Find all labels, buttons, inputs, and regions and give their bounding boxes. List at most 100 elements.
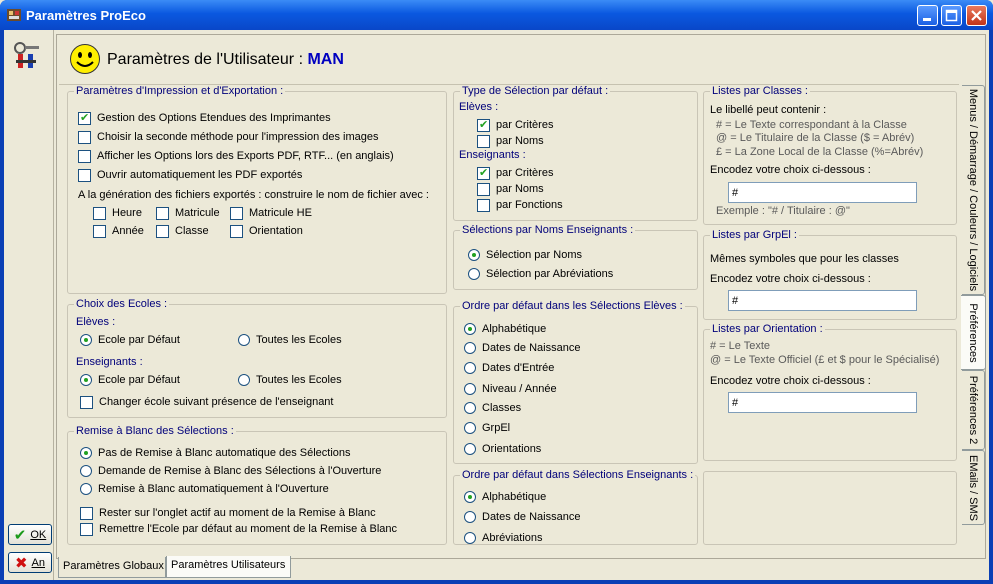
option-gestion-imprimantes[interactable]: Gestion des Options Etendues des Imprima… — [78, 111, 331, 125]
radio[interactable] — [464, 342, 476, 354]
option-label: Alphabétique — [482, 323, 547, 335]
remise-pas-automatique[interactable]: Pas de Remise à Blanc automatique des Sé… — [80, 446, 351, 460]
eleves-toutes-ecoles[interactable]: Toutes les Ecoles — [238, 333, 342, 347]
option-afficher-exports[interactable]: Afficher les Options lors des Exports PD… — [78, 149, 394, 163]
checkbox[interactable] — [477, 134, 490, 148]
radio[interactable] — [464, 422, 476, 434]
checkbox[interactable] — [78, 130, 91, 144]
eleves-ecole-defaut[interactable]: Ecole par Défaut — [80, 333, 180, 347]
filename-matricule[interactable]: Matricule — [156, 206, 220, 220]
ordre-eleves-niveau[interactable]: Niveau / Année — [464, 382, 557, 396]
option-seconde-methode[interactable]: Choisir la seconde méthode pour l'impres… — [78, 130, 379, 144]
tab-parametres-globaux[interactable]: Paramètres Globaux — [58, 557, 166, 578]
remise-automatique-ouverture[interactable]: Remise à Blanc automatiquement à l'Ouver… — [80, 482, 329, 496]
option-label: Ecole par Défaut — [98, 374, 180, 386]
type-selection-group: Type de Sélection par défaut : Elèves : … — [453, 85, 698, 221]
enseignants-toutes-ecoles[interactable]: Toutes les Ecoles — [238, 373, 342, 387]
filename-matricule-he[interactable]: Matricule HE — [230, 206, 312, 220]
checkbox[interactable] — [78, 149, 91, 163]
enseignants-par-noms[interactable]: par Noms — [477, 182, 544, 196]
remise-demande-ouverture[interactable]: Demande de Remise à Blanc des Sélections… — [80, 464, 381, 478]
option-label: Alphabétique — [482, 491, 547, 503]
checkbox[interactable] — [477, 118, 490, 132]
checkbox[interactable] — [80, 522, 93, 536]
checkbox[interactable] — [477, 182, 490, 196]
radio[interactable] — [464, 532, 476, 544]
radio[interactable] — [80, 465, 92, 477]
ordre-enseignants-alphabetique[interactable]: Alphabétique — [464, 490, 546, 504]
remise-rester-onglet[interactable]: Rester sur l'onglet actif au moment de l… — [80, 506, 376, 520]
ordre-eleves-alphabetique[interactable]: Alphabétique — [464, 322, 546, 336]
maximize-button[interactable] — [941, 5, 962, 26]
option-label: par Fonctions — [496, 199, 563, 211]
filename-heure[interactable]: Heure — [93, 206, 142, 220]
ok-button[interactable]: ✔ OK — [8, 524, 52, 545]
radio[interactable] — [464, 323, 476, 335]
option-label: Choisir la seconde méthode pour l'impres… — [97, 131, 379, 143]
tab-emails-sms[interactable]: EMails / SMS — [962, 450, 985, 525]
radio[interactable] — [464, 443, 476, 455]
ordre-eleves-grpel[interactable]: GrpEl — [464, 421, 510, 435]
eleves-par-criteres[interactable]: par Critères — [477, 118, 553, 132]
radio[interactable] — [464, 402, 476, 414]
checkbox[interactable] — [93, 206, 106, 220]
radio[interactable] — [238, 374, 250, 386]
listes-grpel-legend: Listes par GrpEl : — [710, 229, 799, 241]
listes-orientation-input[interactable] — [728, 392, 917, 413]
enseignants-ecole-defaut[interactable]: Ecole par Défaut — [80, 373, 180, 387]
checkbox[interactable] — [78, 168, 91, 182]
tab-parametres-utilisateurs[interactable]: Paramètres Utilisateurs — [166, 556, 291, 578]
radio[interactable] — [468, 268, 480, 280]
listes-grpel-group: Listes par GrpEl : Mêmes symboles que po… — [703, 229, 957, 320]
cancel-button[interactable]: ✖ An — [8, 552, 52, 573]
checkbox[interactable] — [477, 166, 490, 180]
ordre-enseignants-naissance[interactable]: Dates de Naissance — [464, 510, 580, 524]
changer-ecole-option[interactable]: Changer école suivant présence de l'ense… — [80, 395, 333, 409]
radio[interactable] — [464, 511, 476, 523]
close-button[interactable] — [966, 5, 987, 26]
ordre-enseignants-abreviations[interactable]: Abréviations — [464, 531, 543, 545]
ordre-eleves-orientations[interactable]: Orientations — [464, 442, 541, 456]
selection-par-abreviations[interactable]: Sélection par Abréviations — [468, 267, 613, 281]
radio[interactable] — [80, 447, 92, 459]
option-label: Remettre l'Ecole par défaut au moment de… — [99, 523, 398, 535]
radio[interactable] — [80, 334, 92, 346]
empty-group — [703, 471, 957, 545]
radio[interactable] — [80, 483, 92, 495]
checkbox[interactable] — [477, 198, 490, 212]
checkbox[interactable] — [80, 395, 93, 409]
listes-classes-legend: Listes par Classes : — [710, 85, 810, 97]
radio[interactable] — [464, 362, 476, 374]
enseignants-par-criteres[interactable]: par Critères — [477, 166, 553, 180]
ordre-eleves-classes[interactable]: Classes — [464, 401, 521, 415]
checkbox[interactable] — [156, 224, 169, 238]
minimize-button[interactable] — [917, 5, 938, 26]
checkbox[interactable] — [230, 206, 243, 220]
checkbox[interactable] — [93, 224, 106, 238]
remise-remettre-ecole[interactable]: Remettre l'Ecole par défaut au moment de… — [80, 522, 397, 536]
filename-classe[interactable]: Classe — [156, 224, 209, 238]
filename-annee[interactable]: Année — [93, 224, 144, 238]
listes-grpel-input[interactable] — [728, 290, 917, 311]
radio[interactable] — [464, 491, 476, 503]
checkbox[interactable] — [80, 506, 93, 520]
tab-menus-demarrage[interactable]: Menus / Démarrage / Couleurs / Logiciels — [962, 85, 985, 295]
tab-preferences-2[interactable]: Préférences 2 — [962, 370, 985, 450]
filename-orientation[interactable]: Orientation — [230, 224, 303, 238]
listes-classes-input[interactable] — [728, 182, 917, 203]
ordre-eleves-entree[interactable]: Dates d'Entrée — [464, 361, 554, 375]
checkbox[interactable] — [156, 206, 169, 220]
enseignants-par-fonctions[interactable]: par Fonctions — [477, 198, 563, 212]
noms-enseignants-legend: Sélections par Noms Enseignants : — [460, 224, 636, 236]
selection-par-noms[interactable]: Sélection par Noms — [468, 248, 582, 262]
radio[interactable] — [468, 249, 480, 261]
option-ouvrir-pdf[interactable]: Ouvrir automatiquement les PDF exportés — [78, 168, 302, 182]
ordre-eleves-naissance[interactable]: Dates de Naissance — [464, 341, 580, 355]
radio[interactable] — [464, 383, 476, 395]
tab-preferences[interactable]: Préférences — [961, 295, 986, 370]
checkbox[interactable] — [78, 111, 91, 125]
radio[interactable] — [80, 374, 92, 386]
radio[interactable] — [238, 334, 250, 346]
eleves-par-noms[interactable]: par Noms — [477, 134, 544, 148]
checkbox[interactable] — [230, 224, 243, 238]
